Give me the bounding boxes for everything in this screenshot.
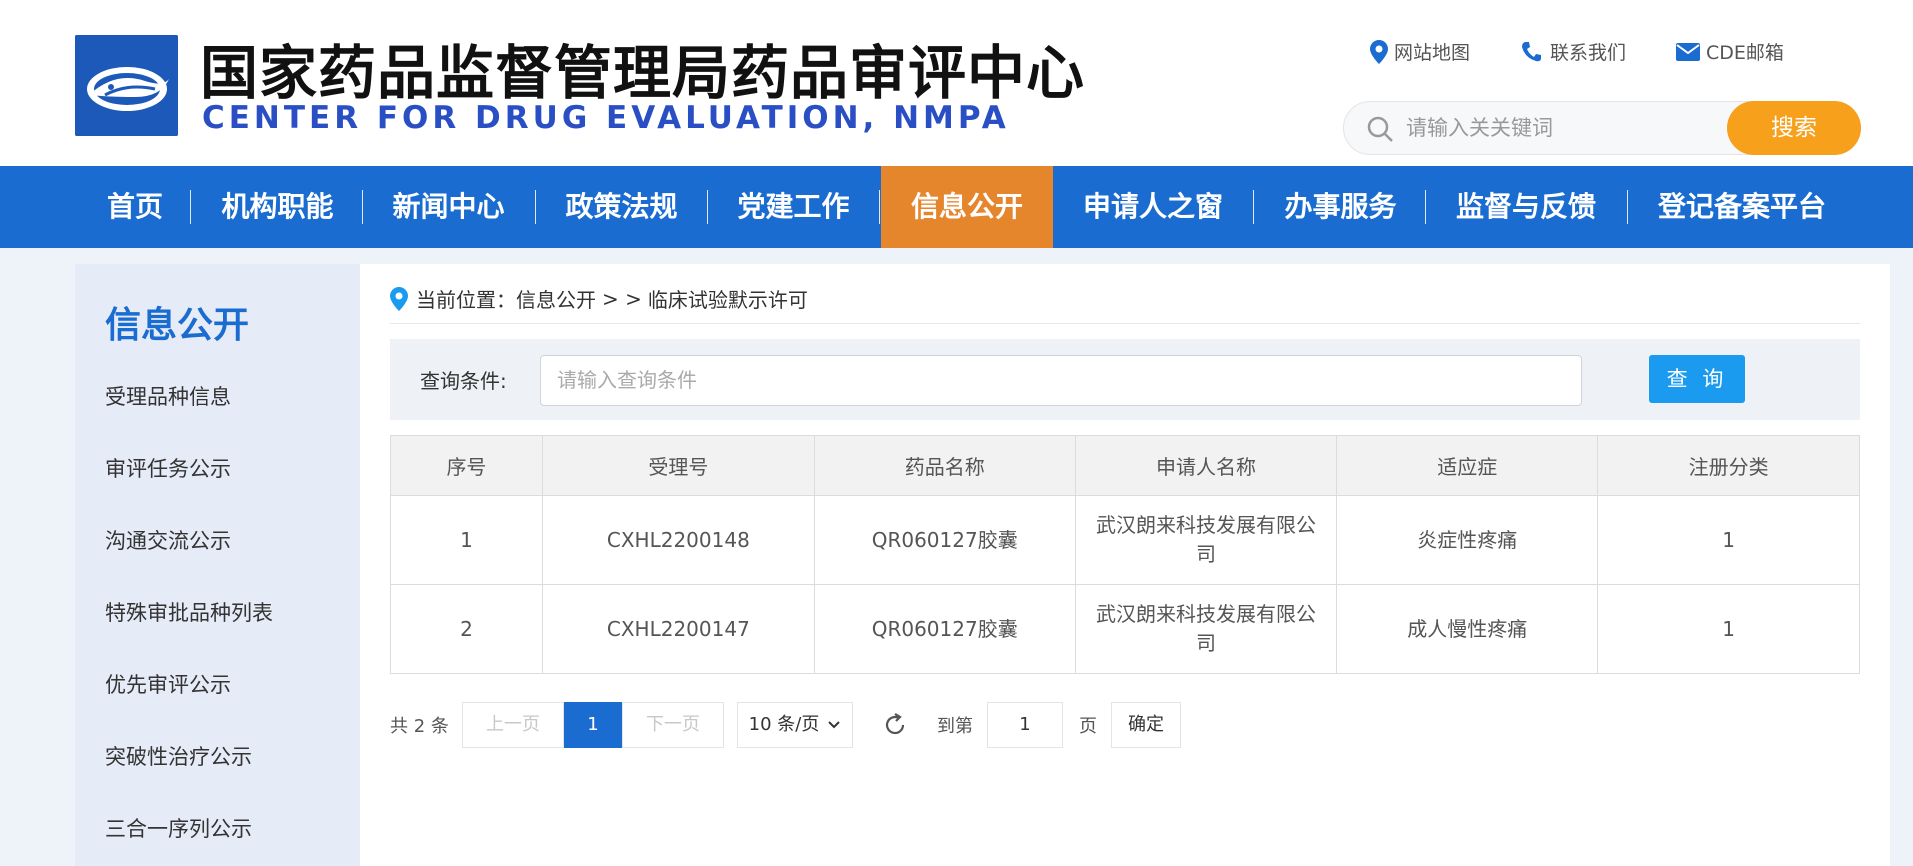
main-content: 当前位置： 信息公开 > > 临床试验默示许可 查询条件: 请输入查询条件 查 … [360,264,1890,866]
site-search-button[interactable]: 搜索 [1727,101,1861,155]
nav-item-supervision[interactable]: 监督与反馈 [1440,166,1612,248]
phone-icon [1522,41,1542,61]
query-input[interactable]: 请输入查询条件 [540,355,1582,406]
query-bar: 查询条件: 请输入查询条件 查 询 [390,339,1860,420]
nav-divider [707,190,708,224]
total-count: 共 2 条 [390,716,449,737]
next-page-button[interactable]: 下一页 [622,702,724,748]
sidebar-item-accepted-varieties[interactable]: 受理品种信息 [105,381,231,411]
table-cell: 2 [390,584,543,674]
column-header: 序号 [390,435,543,496]
contact-label: 联系我们 [1550,42,1627,64]
nav-divider [1627,190,1628,224]
breadcrumb-prefix: 当前位置： [416,288,516,312]
location-pin-icon [1370,39,1388,64]
sidebar-item-review-tasks[interactable]: 审评任务公示 [105,453,231,483]
nav-divider [1253,190,1254,224]
sidebar-item-special-approval[interactable]: 特殊审批品种列表 [105,597,273,627]
breadcrumb-item-current: 临床试验默示许可 [647,288,808,312]
column-header: 申请人名称 [1074,435,1338,496]
search-icon [1367,116,1393,142]
nav-item-organization[interactable]: 机构职能 [205,166,350,248]
column-header: 受理号 [541,435,815,496]
table-cell: QR060127胶囊 [813,584,1076,674]
query-label: 查询条件: [420,369,507,393]
sidebar-item-breakthrough[interactable]: 突破性治疗公示 [105,741,252,771]
column-header: 适应症 [1336,435,1599,496]
table-cell: 成人慢性疼痛 [1336,584,1599,674]
top-links: 网站地图 联系我们 CDE邮箱 [1370,38,1834,65]
goto-page-input[interactable]: 1 [987,702,1063,748]
pagination: 共 2 条 上一页 1 下一页 10 条/页 到第 1 页 确定 [390,702,1181,748]
page-size-select[interactable]: 10 条/页 [737,702,853,748]
mail-icon [1676,42,1701,61]
nav-item-party[interactable]: 党建工作 [721,166,866,248]
nav-item-registration[interactable]: 登记备案平台 [1642,166,1842,248]
sidebar: 信息公开 受理品种信息 审评任务公示 沟通交流公示 特殊审批品种列表 优先审评公… [75,264,360,866]
nav-item-news[interactable]: 新闻中心 [376,166,521,248]
goto-prefix: 到第 [937,716,973,737]
nav-divider [1425,190,1426,224]
query-button[interactable]: 查 询 [1649,355,1745,403]
top-link-sitemap[interactable]: 网站地图 [1370,38,1470,65]
top-link-contact[interactable]: 联系我们 [1520,38,1626,65]
table-cell: 1 [1597,584,1860,674]
sitemap-label: 网站地图 [1394,42,1471,64]
nav-divider [190,190,191,224]
site-search-input[interactable]: 请输入关关键词 [1406,102,1706,154]
column-header: 注册分类 [1597,435,1860,496]
breadcrumb: 当前位置： 信息公开 > > 临床试验默示许可 [390,284,808,313]
nav-item-policy[interactable]: 政策法规 [549,166,694,248]
sidebar-item-communication[interactable]: 沟通交流公示 [105,525,231,555]
table-cell: 武汉朗来科技发展有限公司 [1074,495,1338,585]
chevron-down-icon [828,721,841,729]
sidebar-item-priority-review[interactable]: 优先审评公示 [105,669,231,699]
nav-item-applicant[interactable]: 申请人之窗 [1068,166,1238,248]
results-table: 序号 受理号 药品名称 申请人名称 适应症 注册分类 1 CXHL2200148… [390,435,1860,674]
nav-divider [362,190,363,224]
breadcrumb-separator: > > [602,286,642,311]
column-header: 药品名称 [813,435,1076,496]
table-cell: 武汉朗来科技发展有限公司 [1074,584,1338,674]
top-link-mail[interactable]: CDE邮箱 [1676,38,1784,65]
table-cell: QR060127胶囊 [813,495,1076,585]
table-cell: 炎症性疼痛 [1336,495,1599,585]
breadcrumb-item-info[interactable]: 信息公开 [516,284,596,313]
sidebar-item-three-in-one[interactable]: 三合一序列公示 [105,813,252,843]
table-cell: 1 [1597,495,1860,585]
nav-divider [535,190,536,224]
sidebar-title: 信息公开 [105,305,250,346]
goto-confirm-button[interactable]: 确定 [1111,702,1181,748]
site-subtitle: CENTER FOR DRUG EVALUATION, NMPA [202,100,1010,136]
site-title: 国家药品监督管理局药品审评中心 [200,39,1086,107]
main-nav: 首页 机构职能 新闻中心 政策法规 党建工作 信息公开 申请人之窗 办事服务 监… [0,166,1913,248]
page-size-value: 10 条/页 [748,714,820,735]
prev-page-button[interactable]: 上一页 [462,702,564,748]
table-cell: CXHL2200147 [541,584,815,674]
mail-label: CDE邮箱 [1706,42,1784,64]
location-pin-icon [390,286,408,311]
refresh-icon[interactable] [881,711,909,739]
site-search: 请输入关关键词 搜索 [1343,101,1861,155]
page-1-button[interactable]: 1 [564,702,622,748]
site-header: 国家药品监督管理局药品审评中心 CENTER FOR DRUG EVALUATI… [0,0,1913,166]
table-cell: 1 [390,495,543,585]
table-cell: CXHL2200148 [541,495,815,585]
nav-item-home[interactable]: 首页 [90,166,180,248]
table-header-row: 序号 受理号 药品名称 申请人名称 适应症 注册分类 [390,435,1860,496]
nav-item-info-disclosure[interactable]: 信息公开 [881,166,1053,248]
goto-suffix: 页 [1079,716,1097,737]
nav-divider [879,190,880,224]
nav-item-services[interactable]: 办事服务 [1268,166,1413,248]
table-row[interactable]: 1 CXHL2200148 QR060127胶囊 武汉朗来科技发展有限公司 炎症… [390,495,1860,585]
table-row[interactable]: 2 CXHL2200147 QR060127胶囊 武汉朗来科技发展有限公司 成人… [390,584,1860,674]
cde-logo[interactable] [75,35,178,136]
divider [390,323,1860,324]
